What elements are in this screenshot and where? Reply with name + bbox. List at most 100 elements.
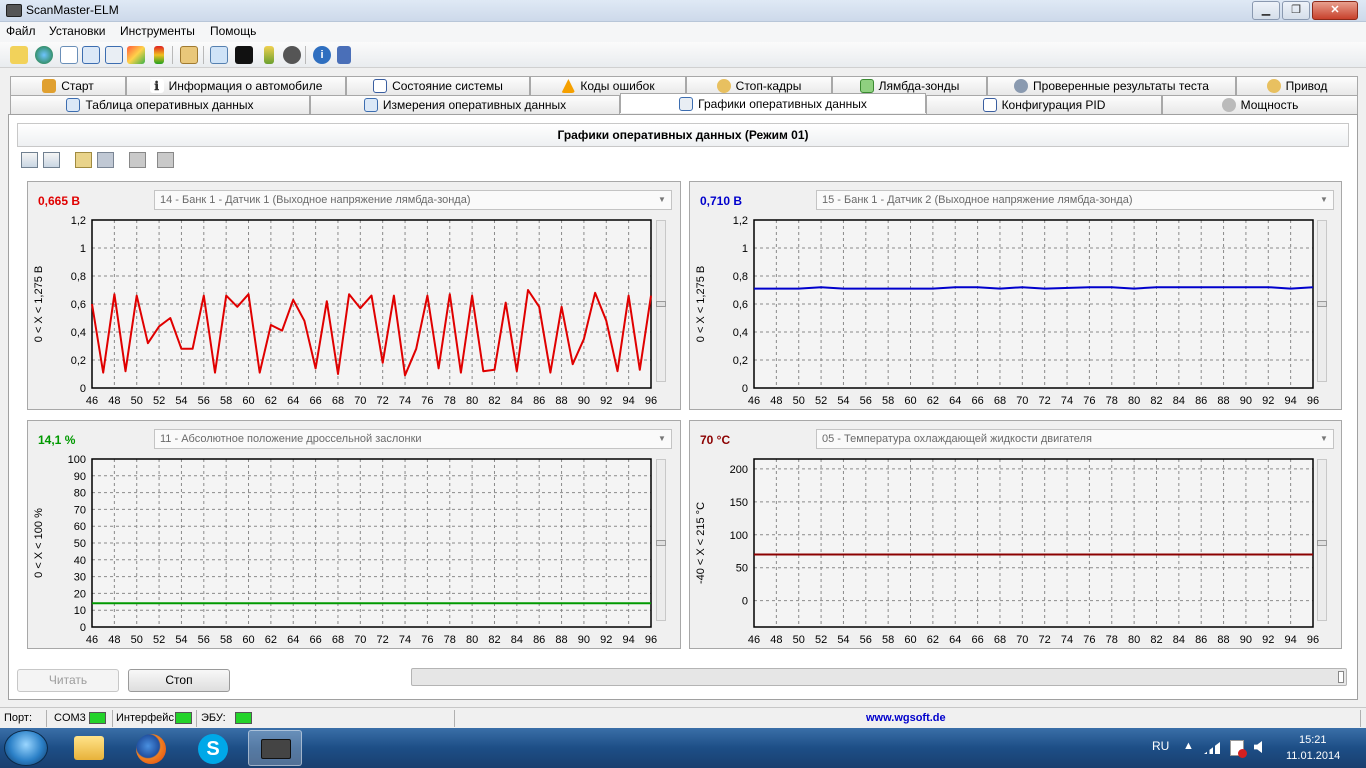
tab-pid-config[interactable]: Конфигурация PID <box>926 95 1162 114</box>
explorer-taskbar-button[interactable] <box>62 730 116 766</box>
traffic-light-icon[interactable] <box>154 46 164 64</box>
language-indicator[interactable]: RU <box>1152 739 1169 753</box>
scale-slider[interactable] <box>1317 220 1327 382</box>
document-icon[interactable] <box>60 46 78 64</box>
slider-thumb[interactable] <box>656 540 666 546</box>
x-tick-label: 54 <box>175 634 187 646</box>
chart-panel-coolant-temperature: 70 °C 05 - Температура охлаждающей жидко… <box>689 420 1342 649</box>
x-tick-label: 90 <box>578 395 590 407</box>
menu-file[interactable]: Файл <box>6 24 36 38</box>
book-icon[interactable] <box>337 46 351 64</box>
x-tick-label: 78 <box>444 395 456 407</box>
x-tick-label: 54 <box>837 395 849 407</box>
stop-icon[interactable] <box>283 46 301 64</box>
x-tick-label: 60 <box>904 395 916 407</box>
chart-color-icon[interactable] <box>127 46 145 64</box>
wizard-icon[interactable] <box>10 46 28 64</box>
tab-start[interactable]: Старт <box>10 76 126 95</box>
x-tick-label: 84 <box>1173 634 1185 646</box>
x-tick-label: 56 <box>860 395 872 407</box>
x-tick-label: 90 <box>578 634 590 646</box>
tray-expand-icon[interactable]: ▲ <box>1183 740 1194 752</box>
info-icon[interactable]: i <box>313 46 331 64</box>
stop-button[interactable]: Стоп <box>128 669 230 692</box>
chart-icon[interactable] <box>105 46 123 64</box>
scale-slider[interactable] <box>656 459 666 621</box>
y-tick-label: 50 <box>74 538 86 550</box>
y-tick-label: 0,8 <box>71 271 86 283</box>
tab-vehicle-info[interactable]: ℹ Информация о автомобиле <box>126 76 346 95</box>
x-tick-label: 54 <box>175 395 187 407</box>
clock-date[interactable]: 11.01.2014 <box>1286 750 1340 762</box>
open-folder-icon[interactable] <box>75 152 92 168</box>
scale-slider[interactable] <box>656 220 666 382</box>
start-button[interactable] <box>4 730 48 766</box>
x-tick-label: 84 <box>1173 395 1185 407</box>
tab-drive[interactable]: Привод <box>1236 76 1358 95</box>
x-tick-label: 78 <box>1106 634 1118 646</box>
tab-test-results[interactable]: Проверенные результаты теста <box>987 76 1236 95</box>
network-icon[interactable] <box>1204 742 1220 754</box>
x-tick-label: 52 <box>153 634 165 646</box>
read-button[interactable]: Читать <box>17 669 119 692</box>
volume-icon[interactable] <box>1254 741 1262 753</box>
status-bar: Порт: COM3 Интерфейс: ЭБУ: www.wgsoft.de <box>0 707 1366 728</box>
table-icon[interactable] <box>82 46 100 64</box>
x-tick-label: 46 <box>86 395 98 407</box>
y-tick-label: 10 <box>74 605 86 617</box>
tab-live-data-graphs[interactable]: Графики оперативных данных <box>620 93 926 113</box>
search-icon[interactable] <box>210 46 228 64</box>
y-tick-label: 0,8 <box>733 271 748 283</box>
maximize-button[interactable]: ❐ <box>1282 1 1310 20</box>
x-tick-label: 88 <box>1217 395 1229 407</box>
y-tick-label: 40 <box>74 555 86 567</box>
menu-settings[interactable]: Установки <box>49 24 105 38</box>
terminal-icon[interactable] <box>235 46 253 64</box>
x-tick-label: 66 <box>309 634 321 646</box>
slider-thumb[interactable] <box>1317 301 1327 307</box>
power-icon <box>1221 98 1236 112</box>
tab-power[interactable]: Мощность <box>1162 95 1358 114</box>
scanmaster-taskbar-button[interactable] <box>248 730 302 766</box>
slider-thumb[interactable] <box>656 301 666 307</box>
x-tick-label: 96 <box>1307 395 1319 407</box>
skype-taskbar-button[interactable]: S <box>186 730 240 766</box>
x-tick-label: 54 <box>837 634 849 646</box>
clipboard-icon[interactable] <box>180 46 198 64</box>
info-icon: ℹ <box>149 79 164 93</box>
menu-bar: Файл Установки Инструменты Помощь <box>0 22 1366 42</box>
menu-tools[interactable]: Инструменты <box>120 24 195 38</box>
clock-time[interactable]: 15:21 <box>1299 734 1327 746</box>
tab-live-data-measurements[interactable]: Измерения оперативных данных <box>310 95 620 114</box>
x-tick-label: 88 <box>1217 634 1229 646</box>
minimize-button[interactable]: ▁ <box>1252 1 1280 20</box>
firefox-taskbar-button[interactable] <box>124 730 178 766</box>
x-tick-label: 92 <box>1262 634 1274 646</box>
menu-help[interactable]: Помощь <box>210 24 256 38</box>
remove-graph-icon[interactable] <box>43 152 60 168</box>
chart-area: 46 48 50 52 54 56 58 60 62 64 66 68 70 72 74 76 78 80 82 84… <box>33 454 657 646</box>
print-icon[interactable] <box>129 152 146 168</box>
x-tick-label: 50 <box>131 395 143 407</box>
action-center-icon[interactable] <box>1230 740 1247 758</box>
globe-icon[interactable] <box>35 46 53 64</box>
x-tick-label: 74 <box>399 395 411 407</box>
print-preview-icon[interactable] <box>157 152 174 168</box>
port-status-led <box>89 712 106 724</box>
add-graph-icon[interactable] <box>21 152 38 168</box>
title-bar: ScanMaster-ELM ▁ ❐ ✕ <box>0 0 1366 22</box>
website-link[interactable]: www.wgsoft.de <box>866 710 946 727</box>
slider-thumb[interactable] <box>1317 540 1327 546</box>
x-tick-label: 76 <box>421 634 433 646</box>
grid-icon <box>363 98 378 112</box>
x-tick-label: 74 <box>1061 395 1073 407</box>
save-icon[interactable] <box>97 152 114 168</box>
scale-slider[interactable] <box>1317 459 1327 621</box>
chart-area: 46 48 50 52 54 56 58 60 62 64 66 68 70 72 74 76 78 80 82 84… <box>695 458 1319 646</box>
x-tick-label: 92 <box>600 395 612 407</box>
tab-system-status[interactable]: Состояние системы <box>346 76 530 95</box>
tab-live-data-table[interactable]: Таблица оперативных данных <box>10 95 310 114</box>
close-button[interactable]: ✕ <box>1312 1 1358 20</box>
battery-icon[interactable] <box>264 46 274 64</box>
x-tick-label: 58 <box>220 395 232 407</box>
